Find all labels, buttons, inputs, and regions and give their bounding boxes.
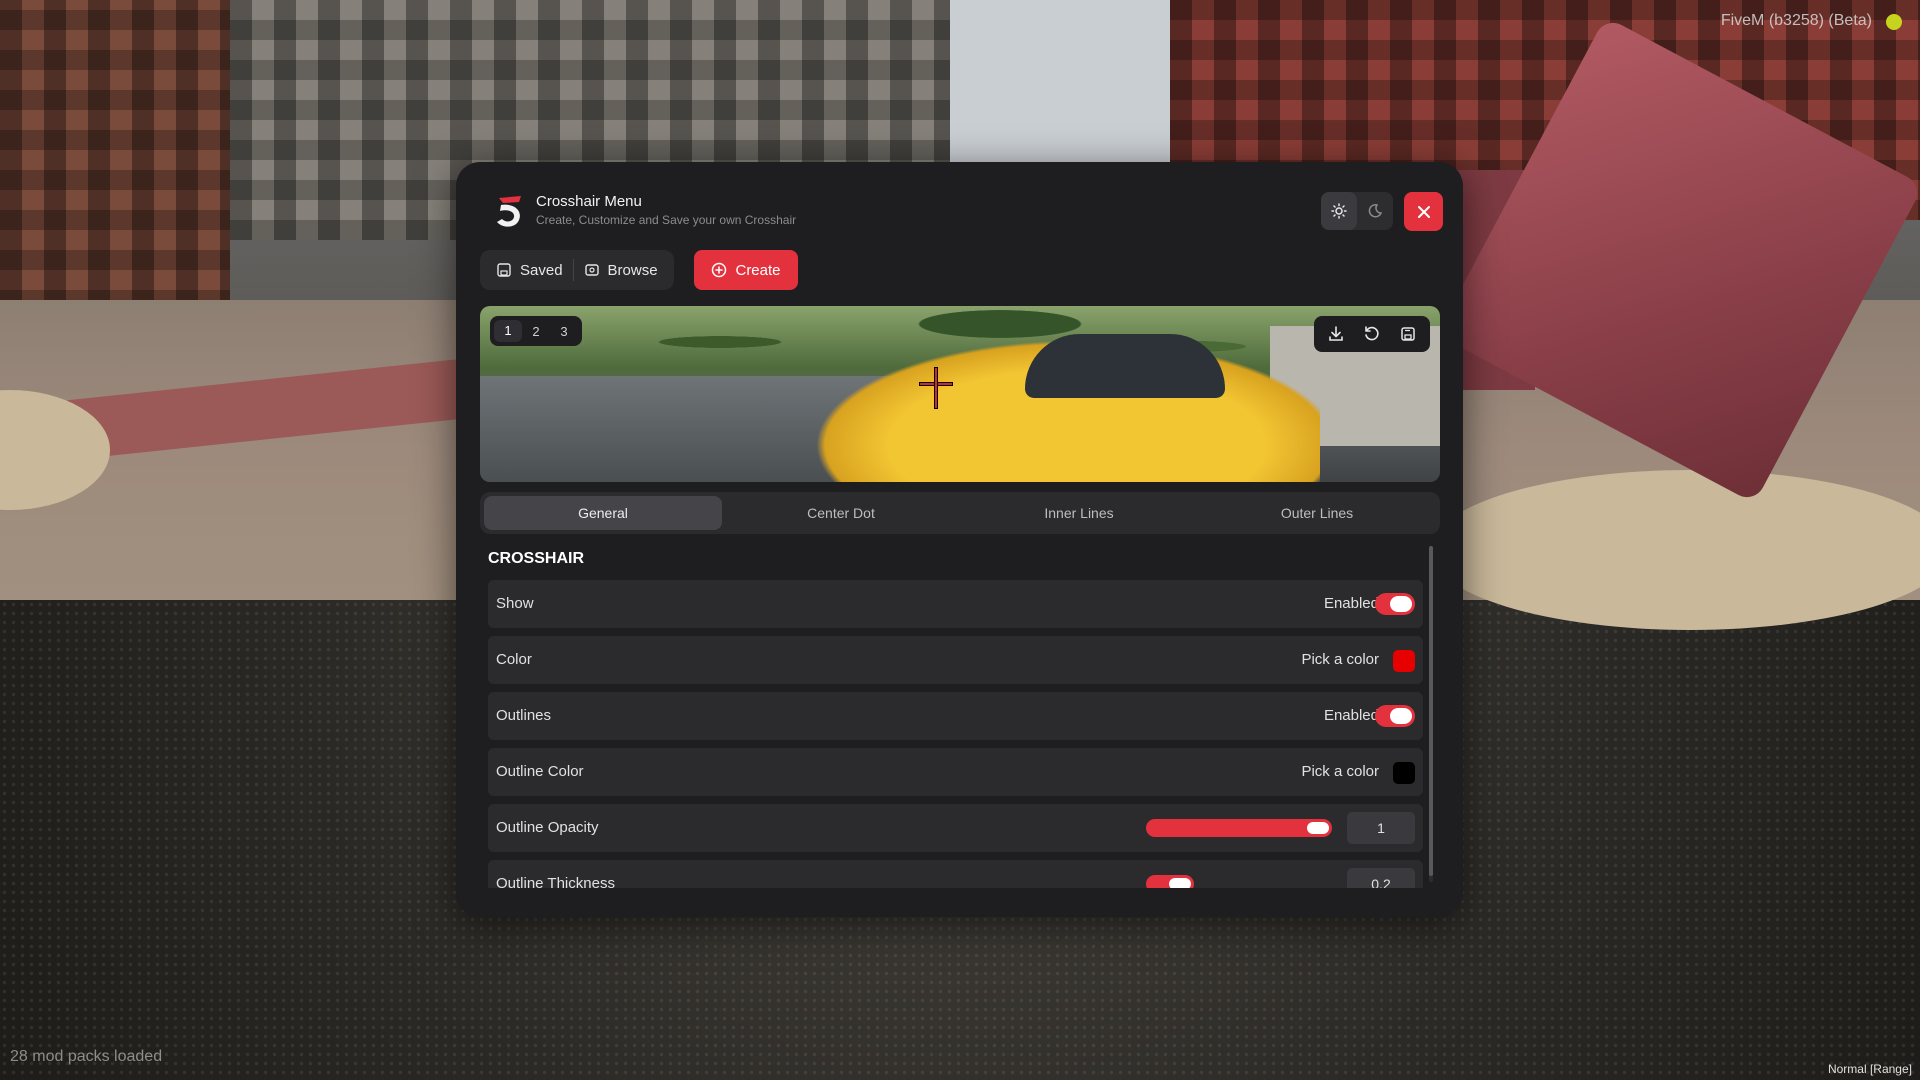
panel-title: Crosshair Menu — [536, 193, 642, 210]
reset-icon — [1365, 326, 1379, 341]
browse-icon — [584, 264, 599, 276]
setting-row-outline-opacity: Outline Opacity — [488, 804, 1423, 852]
sky — [930, 0, 1190, 180]
browse-label: Browse — [607, 261, 658, 279]
setting-row-outline-thickness: Outline Thickness — [488, 860, 1423, 888]
sun-icon — [1331, 203, 1347, 219]
outline-opacity-input[interactable] — [1347, 812, 1415, 844]
plus-circle-icon — [712, 262, 727, 278]
setting-label: Outline Opacity — [496, 819, 599, 836]
app-logo-icon — [497, 196, 521, 227]
settings-scrollbar[interactable] — [1429, 546, 1433, 882]
theme-switcher — [1321, 192, 1393, 230]
mode-status: Normal [Range] — [1827, 1062, 1912, 1076]
download-icon — [1329, 326, 1343, 341]
moon-icon — [1368, 204, 1383, 218]
setting-value: Enabled — [1323, 595, 1379, 612]
building-left — [0, 0, 230, 310]
slider-knob[interactable] — [1169, 878, 1191, 888]
mod-packs-status: 28 mod packs loaded — [10, 1048, 163, 1065]
settings-content: CROSSHAIR Show Enabled Color Pick a colo… — [480, 540, 1440, 888]
close-button[interactable] — [1404, 192, 1443, 231]
reset-button[interactable] — [1356, 319, 1388, 349]
setting-row-show: Show Enabled — [488, 580, 1423, 628]
setting-label: Outlines — [496, 707, 552, 724]
saved-button[interactable]: Saved — [486, 255, 573, 285]
tab-general[interactable]: General — [484, 496, 722, 530]
saved-label: Saved — [520, 261, 563, 279]
outline-thickness-slider[interactable] — [1146, 875, 1194, 888]
slider-knob[interactable] — [1307, 822, 1329, 834]
browse-button[interactable]: Browse — [574, 255, 668, 285]
page-button-2[interactable]: 2 — [522, 324, 550, 339]
crosshair-preview-mark — [919, 367, 953, 409]
setting-row-color: Color Pick a color — [488, 636, 1423, 684]
dark-theme-button[interactable] — [1357, 192, 1393, 230]
nav-group: Saved Browse — [480, 250, 674, 290]
setting-row-outline-color: Outline Color Pick a color — [488, 748, 1423, 796]
page-button-1[interactable]: 1 — [494, 320, 522, 342]
tab-inner-lines[interactable]: Inner Lines — [960, 496, 1198, 530]
preview-car-window — [1025, 334, 1225, 398]
setting-label: Outline Thickness — [496, 875, 615, 888]
outline-color-swatch[interactable] — [1393, 762, 1415, 784]
outline-opacity-slider[interactable] — [1146, 819, 1332, 837]
setting-label: Show — [496, 595, 534, 612]
color-swatch[interactable] — [1393, 650, 1415, 672]
crosshair-menu-panel: Crosshair Menu Create, Customize and Sav… — [456, 162, 1463, 917]
settings-tabs: General Center Dot Inner Lines Outer Lin… — [480, 492, 1440, 534]
page-button-3[interactable]: 3 — [550, 324, 578, 339]
create-button[interactable]: Create — [694, 250, 798, 290]
floppy-icon — [497, 263, 511, 277]
crosshair-preview: 1 2 3 — [480, 306, 1440, 482]
show-toggle[interactable] — [1375, 593, 1415, 615]
preview-page-selector: 1 2 3 — [490, 316, 582, 346]
section-title: CROSSHAIR — [488, 550, 585, 567]
tab-center-dot[interactable]: Center Dot — [722, 496, 960, 530]
panel-subtitle: Create, Customize and Save your own Cros… — [536, 213, 797, 227]
setting-row-outlines: Outlines Enabled — [488, 692, 1423, 740]
outlines-toggle[interactable] — [1375, 705, 1415, 727]
download-button[interactable] — [1320, 319, 1352, 349]
save-icon — [1401, 327, 1415, 341]
close-icon — [1417, 205, 1430, 218]
save-button[interactable] — [1392, 319, 1424, 349]
setting-value: Pick a color — [1301, 651, 1379, 668]
fivem-version-label: FiveM (b3258) (Beta) — [1720, 12, 1872, 29]
setting-label: Color — [496, 651, 532, 668]
crosshair-vertical-line — [934, 367, 938, 409]
setting-value: Pick a color — [1301, 763, 1379, 780]
setting-label: Outline Color — [496, 763, 584, 780]
tab-outer-lines[interactable]: Outer Lines — [1198, 496, 1436, 530]
preview-actions — [1314, 316, 1430, 352]
setting-value: Enabled — [1323, 707, 1379, 724]
scrollbar-thumb[interactable] — [1429, 546, 1433, 876]
outline-thickness-input[interactable] — [1347, 868, 1415, 888]
light-theme-button[interactable] — [1321, 192, 1357, 230]
planter-right — [1430, 470, 1920, 630]
create-label: Create — [735, 261, 781, 279]
fivem-icon — [1886, 14, 1902, 30]
